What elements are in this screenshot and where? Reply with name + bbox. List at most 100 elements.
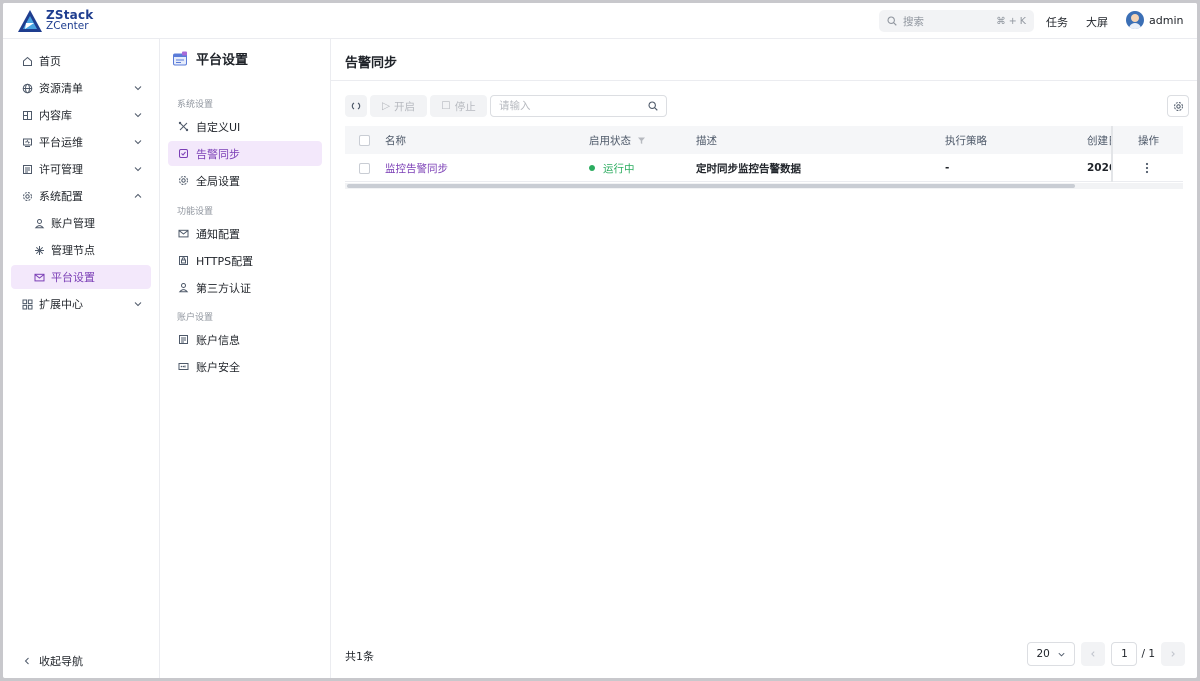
table-search-input[interactable] xyxy=(499,100,648,112)
gear-icon xyxy=(178,175,190,187)
certificate-icon xyxy=(178,255,190,267)
stop-button[interactable]: ☐ 停止 xyxy=(430,95,487,117)
sub-item-https[interactable]: HTTPS配置 xyxy=(168,248,322,273)
nav-label: 平台设置 xyxy=(51,271,95,284)
table-toolbar: ▷ 开启 ☐ 停止 xyxy=(345,95,667,117)
sub-nav-title: 平台设置 xyxy=(172,49,248,68)
user-icon xyxy=(178,282,190,294)
nav-label: 平台运维 xyxy=(39,136,83,149)
brand-line2: ZCenter xyxy=(46,20,89,32)
sub-item-label: HTTPS配置 xyxy=(196,254,254,268)
refresh-icon xyxy=(351,102,361,110)
nav-item-ops[interactable]: 平台运维 xyxy=(11,130,151,154)
chevron-up-icon xyxy=(134,193,142,198)
sub-item-account-info[interactable]: 账户信息 xyxy=(168,327,322,352)
nav-item-license[interactable]: 许可管理 xyxy=(11,157,151,181)
nav-item-system-config[interactable]: 系统配置 xyxy=(11,184,151,208)
username: admin xyxy=(1149,13,1184,27)
sub-item-label: 通知配置 xyxy=(196,227,240,241)
table-settings-button[interactable] xyxy=(1167,95,1189,117)
main-content: 告警同步 ▷ 开启 ☐ 停止 名称 xyxy=(331,39,1197,678)
next-page-button[interactable] xyxy=(1161,642,1185,666)
nav-item-mgmt-node[interactable]: 管理节点 xyxy=(11,238,151,262)
sub-item-label: 全局设置 xyxy=(196,174,240,188)
globe-icon xyxy=(21,82,33,94)
zstack-logo-icon xyxy=(18,10,42,32)
platform-settings-icon xyxy=(173,51,187,65)
page-title: 告警同步 xyxy=(345,56,398,71)
nav-item-platform-settings[interactable]: 平台设置 xyxy=(11,265,151,289)
column-divider xyxy=(1111,126,1113,182)
page-size-value: 20 xyxy=(1036,648,1050,660)
sub-item-notification[interactable]: 通知配置 xyxy=(168,221,322,246)
search-placeholder: 搜索 xyxy=(903,15,924,28)
stop-icon: ☐ xyxy=(441,100,451,112)
big-screen-link[interactable]: 大屏 xyxy=(1086,14,1108,30)
sub-item-label: 第三方认证 xyxy=(196,281,251,295)
tasks-link[interactable]: 任务 xyxy=(1046,14,1068,30)
scrollbar-thumb[interactable] xyxy=(347,184,1075,188)
collapse-nav-button[interactable]: 收起导航 xyxy=(21,653,83,669)
nav-label: 扩展中心 xyxy=(39,298,83,311)
col-name: 名称 xyxy=(385,134,406,147)
refresh-button[interactable] xyxy=(345,95,367,117)
custom-ui-icon xyxy=(178,121,190,133)
primary-sidebar: 首页 资源清单 内容库 平台运维 许可管理 系统配置 账户管理 管理节点 平台设… xyxy=(3,39,160,678)
nav-item-home[interactable]: 首页 xyxy=(11,49,151,73)
filter-icon[interactable] xyxy=(637,136,646,145)
row-created: 2026 xyxy=(1087,162,1111,174)
sub-item-label: 自定义UI xyxy=(196,120,241,134)
row-more-actions[interactable] xyxy=(1145,154,1149,182)
select-all-cell xyxy=(359,126,370,154)
nav-label: 账户管理 xyxy=(51,217,95,230)
status-dot xyxy=(589,165,595,171)
col-description: 描述 xyxy=(696,134,717,147)
brand-logo[interactable]: ZStack ZCenter xyxy=(17,9,93,33)
row-description: 定时同步监控告警数据 xyxy=(696,162,801,175)
sub-item-label: 账户安全 xyxy=(196,360,240,374)
sub-item-third-party-auth[interactable]: 第三方认证 xyxy=(168,275,322,300)
stop-label: 停止 xyxy=(454,100,476,113)
table-search xyxy=(490,95,667,117)
nav-item-account-mgmt[interactable]: 账户管理 xyxy=(11,211,151,235)
chevron-right-icon xyxy=(1171,651,1175,657)
start-button[interactable]: ▷ 开启 xyxy=(370,95,427,117)
search-icon[interactable] xyxy=(648,101,658,111)
table-header: 名称 启用状态 描述 执行策略 创建日 操作 xyxy=(345,126,1183,154)
start-label: 开启 xyxy=(394,100,416,113)
global-search[interactable]: 搜索 ⌘ + K xyxy=(879,10,1034,32)
nav-item-resources[interactable]: 资源清单 xyxy=(11,76,151,100)
chevron-down-icon xyxy=(134,302,142,307)
page-size-select[interactable]: 20 xyxy=(1027,642,1076,666)
table-row[interactable]: 监控告警同步 运行中 定时同步监控告警数据 - 2026 xyxy=(345,154,1183,182)
sub-item-custom-ui[interactable]: 自定义UI xyxy=(168,114,322,139)
row-name-link[interactable]: 监控告警同步 xyxy=(385,154,448,182)
row-select-cell xyxy=(359,154,370,182)
user-menu[interactable]: admin xyxy=(1126,11,1183,29)
nav-label: 首页 xyxy=(39,55,61,68)
sub-item-alarm-sync[interactable]: 告警同步 xyxy=(168,141,322,166)
select-all-checkbox[interactable] xyxy=(359,134,370,146)
page-number-input[interactable]: 1 xyxy=(1111,642,1138,666)
prev-page-button[interactable] xyxy=(1081,642,1106,666)
top-header: ZStack ZCenter 搜索 ⌘ + K 任务 大屏 admin xyxy=(3,3,1197,39)
chevron-down-icon xyxy=(134,86,142,91)
sub-item-global-settings[interactable]: 全局设置 xyxy=(168,168,322,193)
sub-item-account-security[interactable]: 账户安全 xyxy=(168,354,322,379)
nav-item-extensions[interactable]: 扩展中心 xyxy=(11,292,151,316)
row-checkbox[interactable] xyxy=(359,162,370,174)
search-icon xyxy=(887,16,897,26)
group-label-system: 系统设置 xyxy=(177,100,214,110)
search-shortcut: ⌘ + K xyxy=(996,15,1026,27)
ops-icon xyxy=(21,136,33,148)
library-icon xyxy=(21,109,33,121)
col-created: 创建日 xyxy=(1087,134,1111,147)
total-count: 共1条 xyxy=(345,650,374,663)
gear-icon xyxy=(21,190,33,202)
collapse-label: 收起导航 xyxy=(39,655,83,668)
row-strategy: - xyxy=(945,162,950,174)
chevron-left-icon xyxy=(1091,651,1095,657)
nav-item-library[interactable]: 内容库 xyxy=(11,103,151,127)
horizontal-scrollbar[interactable] xyxy=(345,183,1183,189)
col-strategy: 执行策略 xyxy=(945,134,987,147)
